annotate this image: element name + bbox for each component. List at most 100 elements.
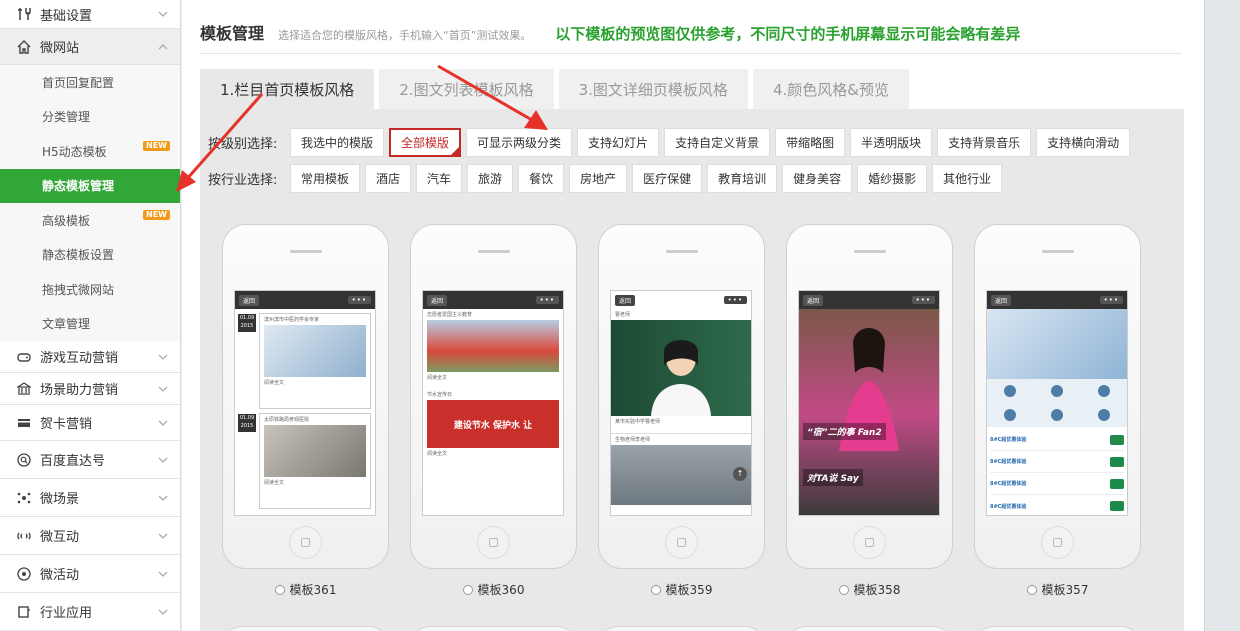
tab-list-template[interactable]: 2.图文列表模板风格	[379, 69, 554, 109]
chevron-down-icon	[158, 609, 168, 615]
filter-chip-other[interactable]: 其他行业	[932, 164, 1003, 193]
bank-icon	[16, 381, 32, 397]
filter-chip-auto[interactable]: 汽车	[416, 164, 463, 193]
chevron-down-icon	[158, 11, 168, 17]
filter-chip-hotel[interactable]: 酒店	[365, 164, 412, 193]
back-button: 返回	[991, 294, 1012, 306]
preview-banner: 建设节水 保护水 让	[427, 400, 559, 448]
filter-chip-fitness[interactable]: 健身美容	[782, 164, 853, 193]
template-card[interactable]: 返回 ••• 8#C超优惠体验 8#C超优惠体验 8#C超优惠体验 8#C超优惠…	[974, 224, 1141, 597]
template-radio[interactable]	[838, 584, 849, 595]
chevron-down-icon	[158, 386, 168, 392]
filter-chip-wedding[interactable]: 婚纱摄影	[857, 164, 928, 193]
template-card-next-row[interactable]	[410, 626, 577, 631]
sidebar-item-drag-site[interactable]: 拖拽式微网站	[0, 272, 180, 307]
filter-chip-bg-music[interactable]: 支持背景音乐	[937, 128, 1032, 157]
industry-filter-row: 按行业选择: 常用模板 酒店 汽车 旅游 餐饮 房地产 医疗保健 教育培训 健身…	[208, 164, 1007, 193]
tab-home-template[interactable]: 1.栏目首页模板风格	[200, 69, 375, 109]
preview-read-more: 阅读全文	[264, 480, 285, 486]
filter-chip-translucent[interactable]: 半透明版块	[850, 128, 933, 157]
filter-chip-thumbnail[interactable]: 带缩略图	[775, 128, 846, 157]
sidebar-group-game-marketing[interactable]: 游戏互动营销	[0, 341, 180, 373]
filter-chip-medical[interactable]: 医疗保健	[632, 164, 703, 193]
preview-top-bar: 返回 •••	[987, 291, 1127, 309]
sidebar-item-h5-template[interactable]: H5动态模板 NEW	[0, 134, 180, 169]
sidebar-group-industry-apps[interactable]: 行业应用	[0, 593, 180, 631]
page-scrollbar-area[interactable]	[1204, 0, 1240, 631]
preview-read-more: 阅读全文	[264, 380, 285, 386]
template-card-next-row[interactable]	[974, 626, 1141, 631]
preview-article-title: 节水宣传日	[427, 392, 453, 398]
sidebar-group-basic-settings[interactable]: 基础设置	[0, 0, 180, 29]
template-option[interactable]: 模板357	[974, 581, 1141, 598]
level-filter-label: 按级别选择:	[208, 137, 278, 152]
filter-chip-travel[interactable]: 旅游	[467, 164, 514, 193]
template-label: 模板359	[665, 583, 713, 597]
filter-chip-common[interactable]: 常用模板	[290, 164, 361, 193]
filter-chip-real-estate[interactable]: 房地产	[569, 164, 628, 193]
template-radio[interactable]	[462, 584, 473, 595]
template-option[interactable]: 模板361	[222, 581, 389, 598]
sidebar-group-baidu-direct[interactable]: 百度直达号	[0, 441, 180, 479]
template-radio[interactable]	[1026, 584, 1037, 595]
template-radio[interactable]	[274, 584, 285, 595]
sidebar-group-micro-site[interactable]: 微网站	[0, 29, 180, 65]
template-option[interactable]: 模板360	[410, 581, 577, 598]
back-button: 返回	[239, 294, 260, 306]
preview-read-more: 阅读全文	[427, 451, 448, 457]
template-preview-screen: 返回 ••• 志愿者爱国主义教育 阅读全文 节水宣传日 建设节水 保护水 让 阅读…	[422, 290, 564, 516]
filter-chip-all-templates[interactable]: 全部模版	[389, 128, 462, 157]
more-icon: •••	[535, 296, 559, 304]
filter-chip-custom-bg[interactable]: 支持自定义背景	[664, 128, 771, 157]
sidebar-item-category[interactable]: 分类管理	[0, 99, 180, 134]
template-preview-screen: 返回 ••• 8#C超优惠体验 8#C超优惠体验 8#C超优惠体验 8#C超优惠…	[986, 290, 1128, 516]
sidebar-group-label: 场景助力营销	[40, 383, 119, 398]
template-filter-panel: 按级别选择: 我选中的模版 全部模版 可显示两级分类 支持幻灯片 支持自定义背景…	[200, 109, 1184, 631]
filter-chip-education[interactable]: 教育培训	[707, 164, 778, 193]
filter-chip-my-selected[interactable]: 我选中的模版	[290, 128, 385, 157]
template-option[interactable]: 模板358	[786, 581, 953, 598]
app-icon	[16, 604, 32, 620]
template-radio[interactable]	[650, 584, 661, 595]
filter-chip-slideshow[interactable]: 支持幻灯片	[577, 128, 660, 157]
preview-icon-grid	[987, 379, 1127, 427]
template-card-next-row[interactable]	[222, 626, 389, 631]
template-label: 模板361	[289, 583, 337, 597]
preview-photo	[987, 309, 1127, 379]
template-card[interactable]: 返回 ••• 曹老师 某市实验中学曹老师 生物老师李老师 ↑ 模板359	[598, 224, 765, 597]
filter-chip-horizontal-swipe[interactable]: 支持横向滑动	[1036, 128, 1131, 157]
filter-chip-two-level[interactable]: 可显示两级分类	[466, 128, 573, 157]
preview-caption: 对TA说 Say	[803, 469, 863, 486]
template-card-next-row[interactable]	[598, 626, 765, 631]
sidebar-group-micro-scene[interactable]: 微场景	[0, 479, 180, 517]
template-label: 模板360	[477, 583, 525, 597]
phone-home-button	[289, 526, 322, 559]
sidebar: 基础设置 微网站 首页回复配置 分类管理 H5动态模板 NEW 静态模板管理 高级…	[0, 0, 181, 631]
template-card[interactable]: 返回 ••• 01.09 2015 滨州滨市中医药学会专家 阅读全文 01.09 …	[222, 224, 389, 597]
template-card[interactable]: 返回 ••• “宿”二的事 Fan2 对TA说 Say 模板358	[786, 224, 953, 597]
sidebar-item-static-settings[interactable]: 静态模板设置	[0, 237, 180, 272]
filter-chip-dining[interactable]: 餐饮	[518, 164, 565, 193]
sidebar-item-home-reply[interactable]: 首页回复配置	[0, 65, 180, 100]
chevron-down-icon	[158, 495, 168, 501]
phone-home-button	[853, 526, 886, 559]
sidebar-group-micro-activity[interactable]: 微活动	[0, 555, 180, 593]
sidebar-group-micro-interact[interactable]: 微互动	[0, 517, 180, 555]
preview-top-bar: 返回 •••	[611, 291, 751, 309]
sidebar-item-label: 首页回复配置	[42, 75, 115, 90]
sidebar-group-label: 贺卡营销	[40, 417, 93, 432]
sidebar-item-advanced-template[interactable]: 高级模板 NEW	[0, 203, 180, 238]
sidebar-item-articles[interactable]: 文章管理	[0, 306, 180, 341]
sidebar-group-greeting-card[interactable]: 贺卡营销	[0, 405, 180, 441]
template-card-next-row[interactable]	[786, 626, 953, 631]
tab-detail-template[interactable]: 3.图文详细页模板风格	[558, 69, 748, 109]
sidebar-group-scene-boost[interactable]: 场景助力营销	[0, 373, 180, 405]
sidebar-item-static-template[interactable]: 静态模板管理	[0, 168, 180, 203]
preview-photo	[264, 425, 366, 477]
chevron-up-icon	[158, 43, 168, 49]
template-option[interactable]: 模板359	[598, 581, 765, 598]
template-card[interactable]: 返回 ••• 志愿者爱国主义教育 阅读全文 节水宣传日 建设节水 保护水 让 阅读…	[410, 224, 577, 597]
tab-color-preview[interactable]: 4.颜色风格&预览	[752, 69, 909, 109]
chevron-down-icon	[158, 457, 168, 463]
template-preview-screen: 返回 ••• 01.09 2015 滨州滨市中医药学会专家 阅读全文 01.09 …	[234, 290, 376, 516]
